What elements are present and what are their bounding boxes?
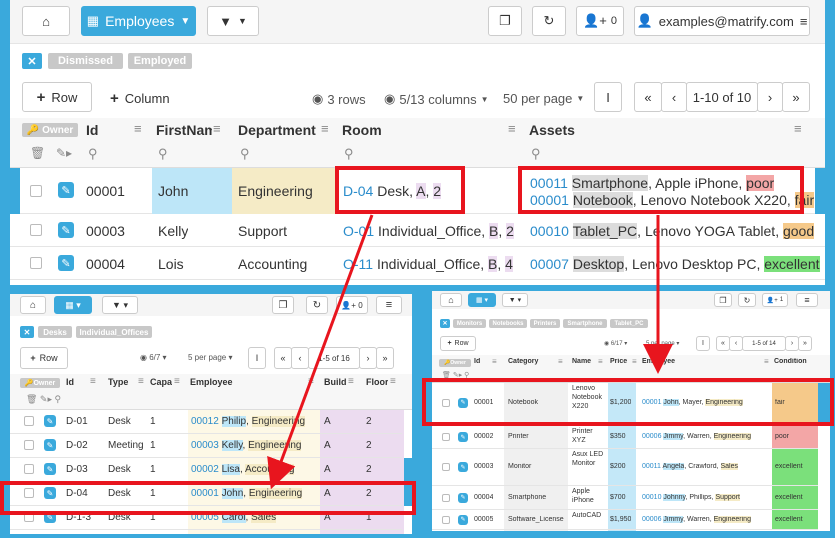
annotation-arrows	[267, 214, 673, 490]
arrow-room-to-desk	[267, 214, 374, 490]
